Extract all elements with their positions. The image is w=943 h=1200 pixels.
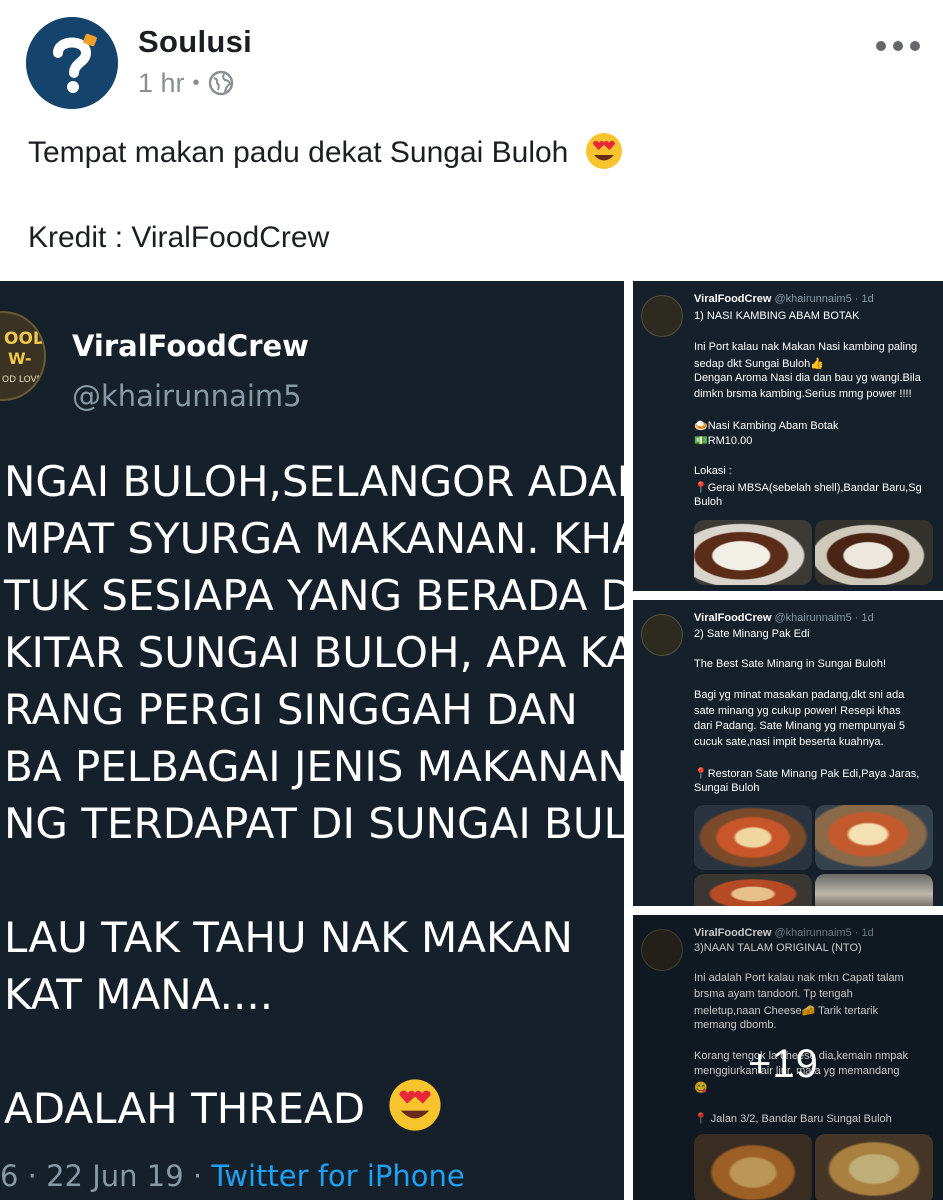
tweet-text-line: NGAI BULOH,SELANGOR ADALA xyxy=(4,457,624,506)
post-text-line-1: Tempat makan padu dekat Sungai Buloh xyxy=(28,133,623,170)
meta-separator: • xyxy=(192,71,200,94)
heart-eyes-emoji-icon xyxy=(585,133,622,170)
food-photo xyxy=(694,874,812,906)
tweet-meta: @khairunnaim5 · 1d xyxy=(774,612,874,624)
tweet-text-line: Ini Port kalau nak Makan Nasi kambing pa… xyxy=(694,341,918,353)
page-name[interactable]: Soulusi xyxy=(138,24,252,60)
question-bulb-logo-icon xyxy=(26,17,118,109)
tweet-header: ViralFoodCrew @khairunnaim5 · 1d xyxy=(694,612,874,624)
tweet-text-line: Lokasi : xyxy=(694,465,732,477)
tweet-text-line: Bagi yg minat masakan padang,dkt sni ada xyxy=(694,689,905,701)
tweet-text-line: dari Padang. Sate Minang yg mempunyai 5 xyxy=(694,720,905,732)
dot-icon xyxy=(910,41,920,51)
tweet-text-line: dimkn brsma kambing.Serius mmg power !!!… xyxy=(694,388,912,400)
account-logo xyxy=(641,614,683,656)
tweet-text-line: MPAT SYURGA MAKANAN. KHA xyxy=(4,514,624,563)
post-meta: 1 hr • xyxy=(138,66,234,100)
tweet-text-line: NG TERDAPAT DI SUNGAI BULO xyxy=(4,799,624,848)
tweet-text-line: 💵RM10.00 xyxy=(694,435,753,447)
tweet-text-line: RANG PERGI SINGGAH DAN xyxy=(4,685,578,734)
gallery-thumbnail-1[interactable]: ViralFoodCrew @khairunnaim5 · 1d 1) NASI… xyxy=(633,281,943,591)
photo-gallery: OOD W- OD LOVERS! ViralFoodCrew @khairun… xyxy=(0,281,943,1200)
tweet-text-line: 1) NASI KAMBING ABAM BOTAK xyxy=(694,310,860,322)
facebook-post: Soulusi 1 hr • Tempat makan padu dekat S… xyxy=(0,0,943,1200)
tweet-meta: @khairunnaim5 · 1d xyxy=(774,293,874,305)
more-photos-overlay[interactable]: +19 xyxy=(633,915,943,1200)
tweet-text-line: KITAR SUNGAI BULOH, APA KAT xyxy=(4,628,624,677)
tweet-text-line: LAU TAK TAHU NAK MAKAN xyxy=(4,913,573,962)
tweet-text-content: ADALAH THREAD xyxy=(4,1084,366,1133)
more-photos-count: +19 xyxy=(748,1042,819,1086)
tweet-text-line: sedap dkt Sungai Buloh👍 xyxy=(694,358,824,370)
food-photo xyxy=(815,805,933,870)
logo-line: OD LOVERS! xyxy=(2,375,44,385)
logo-line: OOD xyxy=(4,329,46,349)
tweet-text-line-thread: ADALAH THREAD xyxy=(4,1078,442,1133)
tweet-text-line: The Best Sate Minang in Sungai Buloh! xyxy=(694,658,887,670)
tweet-source-link[interactable]: Twitter for iPhone xyxy=(211,1159,464,1193)
food-photo xyxy=(815,520,933,585)
food-photo xyxy=(694,520,812,585)
post-header: Soulusi 1 hr • xyxy=(0,0,943,120)
tweet-text-line: 📍Gerai MBSA(sebelah shell),Bandar Baru,S… xyxy=(694,482,922,494)
account-logo: OOD W- OD LOVERS! xyxy=(0,311,46,401)
tweet-footer: 6 · 22 Jun 19 · Twitter for iPhone xyxy=(0,1159,465,1193)
tweet-text-line: BA PELBAGAI JENIS MAKANAN xyxy=(4,742,624,791)
heart-eyes-emoji-icon xyxy=(389,1078,442,1131)
globe-icon xyxy=(208,70,233,96)
food-photo xyxy=(694,805,812,870)
tweet-handle: @khairunnaim5 xyxy=(72,379,302,413)
tweet-text-line: 📍Restoran Sate Minang Pak Edi,Paya Jaras… xyxy=(694,768,920,780)
tweet-header: ViralFoodCrew @khairunnaim5 · 1d xyxy=(694,293,874,305)
tweet-text-line: sate minang yg cukup power! Resepi khas xyxy=(694,705,901,717)
dot-icon xyxy=(893,41,903,51)
logo-line: W- xyxy=(8,349,32,368)
tweet-text-line: 2) Sate Minang Pak Edi xyxy=(694,628,810,640)
tweet-date: 6 · 22 Jun 19 · xyxy=(0,1159,212,1193)
dot-icon xyxy=(876,41,886,51)
more-options-button[interactable] xyxy=(876,38,920,54)
tweet-text-line: Sungai Buloh xyxy=(694,782,760,794)
account-name: ViralFoodCrew xyxy=(694,612,772,624)
account-name: ViralFoodCrew xyxy=(694,293,772,305)
account-logo xyxy=(641,295,683,337)
gallery-thumbnail-3[interactable]: ViralFoodCrew @khairunnaim5 · 1d 3)NAAN … xyxy=(633,915,943,1200)
tweet-text-line: KAT MANA.... xyxy=(4,970,274,1019)
tweet-text-line: Dengan Aroma Nasi dia dan bau yg wangi.B… xyxy=(694,372,921,384)
tweet-text-line: TUK SESIAPA YANG BERADA D xyxy=(4,571,624,620)
tweet-text-line: Buloh xyxy=(694,496,723,508)
gallery-thumbnail-2[interactable]: ViralFoodCrew @khairunnaim5 · 1d 2) Sate… xyxy=(633,600,943,906)
food-photo xyxy=(815,874,933,906)
post-time[interactable]: 1 hr xyxy=(138,68,185,99)
post-text-content: Tempat makan padu dekat Sungai Buloh xyxy=(28,136,569,169)
page-avatar[interactable] xyxy=(26,17,118,109)
post-text-line-2: Kredit : ViralFoodCrew xyxy=(28,221,330,254)
gallery-main-photo[interactable]: OOD W- OD LOVERS! ViralFoodCrew @khairun… xyxy=(0,281,624,1200)
tweet-text-line: cucuk sate,nasi impit beserta kuahnya. xyxy=(694,736,884,748)
tweet-text-line: 🍛Nasi Kambing Abam Botak xyxy=(694,420,839,432)
tweet-account-name: ViralFoodCrew xyxy=(72,329,309,363)
